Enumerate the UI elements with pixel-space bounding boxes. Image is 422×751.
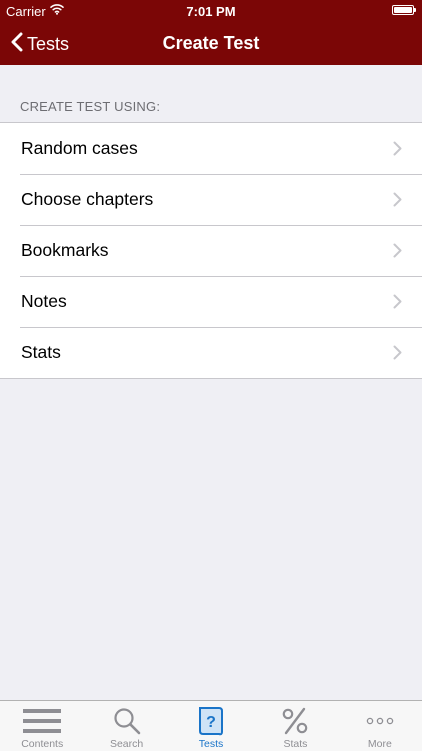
tab-label: Stats <box>283 738 308 750</box>
search-icon <box>113 705 141 737</box>
option-stats[interactable]: Stats <box>0 327 422 378</box>
chevron-right-icon <box>393 243 402 263</box>
option-label: Stats <box>21 342 61 362</box>
status-time: 7:01 PM <box>186 4 236 19</box>
option-label: Random cases <box>21 138 138 158</box>
option-label: Bookmarks <box>21 240 109 260</box>
svg-text:?: ? <box>206 714 216 731</box>
tab-search[interactable]: Search <box>84 701 168 751</box>
chevron-right-icon <box>393 294 402 314</box>
option-bookmarks[interactable]: Bookmarks <box>0 225 422 276</box>
tab-label: More <box>367 738 392 750</box>
create-test-options-list: Random cases Choose chapters Bookmarks N… <box>0 122 422 379</box>
tab-bar: Contents Search ? Tests Stats More <box>0 700 422 751</box>
section-header: CREATE TEST USING: <box>20 99 161 114</box>
option-choose-chapters[interactable]: Choose chapters <box>0 174 422 225</box>
option-notes[interactable]: Notes <box>0 276 422 327</box>
more-dots-icon <box>366 705 394 737</box>
option-label: Notes <box>21 291 67 311</box>
option-label: Choose chapters <box>21 189 154 209</box>
tab-tests[interactable]: ? Tests <box>169 701 253 751</box>
option-random-cases[interactable]: Random cases <box>0 123 422 174</box>
chevron-right-icon <box>393 192 402 212</box>
battery-icon <box>392 5 416 15</box>
chevron-right-icon <box>393 345 402 365</box>
navigation-bar: Carrier 7:01 PM Tests Create Test <box>0 0 422 65</box>
tab-label: Search <box>109 738 144 750</box>
tab-label: Tests <box>198 738 224 750</box>
chevron-right-icon <box>393 141 402 161</box>
list-icon <box>23 705 62 737</box>
status-bar: Carrier 7:01 PM <box>0 0 422 22</box>
tab-more[interactable]: More <box>338 701 422 751</box>
tab-contents[interactable]: Contents <box>0 701 84 751</box>
page-title: Create Test <box>162 33 260 53</box>
tab-label: Contents <box>21 738 64 750</box>
percent-icon <box>281 705 309 737</box>
question-card-icon: ? <box>197 705 225 737</box>
tab-stats[interactable]: Stats <box>253 701 337 751</box>
